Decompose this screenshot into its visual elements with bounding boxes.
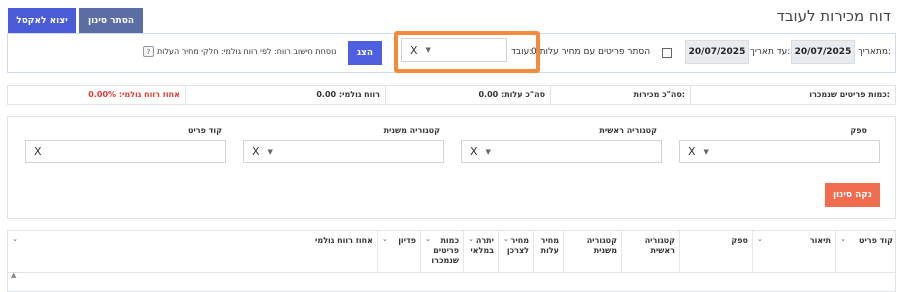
profit-formula-note: נוסחת חישוב רווח: לפי רווח גולמי: חלקי מ…	[157, 47, 337, 56]
total-sales-cell: סה"כ מכירות:	[550, 86, 690, 104]
gross-profit-cell: רווח גולמי: 0.00	[185, 86, 385, 104]
column-header-cost-price[interactable]: מחיר עלות	[533, 231, 563, 273]
main-category-value: X	[470, 145, 478, 158]
chevron-down-icon: ⌄	[840, 235, 846, 243]
column-header-supplier[interactable]: ספק	[679, 231, 752, 273]
chevron-down-icon: ▼	[267, 147, 273, 156]
export-excel-button[interactable]: יצוא לאקסל	[8, 8, 76, 33]
results-grid: אחוז רווח גולמי ⌄ פדיון ⌄ כמות פריטים שנ…	[7, 230, 896, 292]
clear-filter-button[interactable]: נקה סינון	[825, 183, 880, 207]
column-header-consumer-price[interactable]: מחיר לצרכן ⌄	[498, 231, 533, 273]
from-date-field[interactable]: 20/07/2025	[791, 40, 855, 64]
total-cost-text: סה"כ עלות: 0.00	[478, 90, 545, 99]
column-header-profit-pct[interactable]: אחוז רווח גולמי ⌄	[8, 231, 377, 273]
column-header-item-code[interactable]: קוד פריט ⌄	[835, 231, 895, 273]
scroll-up-icon[interactable]: ▲	[11, 271, 16, 279]
total-cost-cell: סה"כ עלות: 0.00	[385, 86, 550, 104]
filters-panel	[7, 116, 896, 219]
chevron-down-icon: ⌄	[757, 235, 763, 243]
gross-profit-text: רווח גולמי: 0.00	[316, 90, 380, 99]
sub-category-value: X	[252, 145, 260, 158]
item-code-field[interactable]: X	[25, 140, 226, 163]
column-header-stock[interactable]: יתרה במלאי ⌄	[463, 231, 498, 273]
main-category-label: קטגוריה ראשית	[599, 126, 657, 135]
supplier-label: ספק	[850, 126, 867, 135]
sub-category-label: קטגוריה משנית	[383, 126, 440, 135]
sub-category-select[interactable]: X ▼	[243, 140, 444, 163]
items-sold-cell: כמות פריטים שנמכרו:	[690, 86, 895, 104]
to-date-label: עד תאריך:	[750, 47, 791, 57]
highlight-frame	[394, 31, 540, 73]
items-sold-text: כמות פריטים שנמכרו:	[809, 90, 890, 99]
chevron-down-icon: ⌄	[382, 235, 388, 243]
column-header-sub-category[interactable]: קטגוריה משנית	[563, 231, 621, 273]
chevron-down-icon: ⌄	[12, 235, 18, 243]
from-date-label: מתאריך:	[857, 47, 891, 57]
column-header-main-category[interactable]: קטגוריה ראשית	[621, 231, 679, 273]
item-code-value: X	[34, 145, 42, 158]
gross-profit-pct-cell: אחוז רווח גולמי: 0.00%	[8, 86, 185, 104]
summary-row: אחוז רווח גולמי: 0.00% רווח גולמי: 0.00 …	[7, 85, 896, 105]
total-sales-text: סה"כ מכירות:	[633, 90, 685, 99]
column-header-revenue[interactable]: פדיון ⌄	[377, 231, 420, 273]
gross-profit-pct-text: אחוז רווח גולמי: 0.00%	[88, 90, 180, 99]
chevron-down-icon: ▼	[485, 147, 491, 156]
grid-header: אחוז רווח גולמי ⌄ פדיון ⌄ כמות פריטים שנ…	[8, 231, 895, 273]
chevron-down-icon: ▼	[703, 147, 709, 156]
supplier-value: X	[688, 145, 696, 158]
show-button[interactable]: הצג	[348, 41, 382, 65]
supplier-select[interactable]: X ▼	[679, 140, 880, 163]
to-date-field[interactable]: 20/07/2025	[685, 40, 749, 64]
main-category-select[interactable]: X ▼	[461, 140, 662, 163]
hide-zero-cost-label: הסתר פריטים עם מחיר עלות 0	[531, 47, 651, 57]
column-header-qty-sold[interactable]: כמות פריטים שנמכרו ⌄	[420, 231, 463, 273]
page-title: דוח מכירות לעובד	[776, 7, 891, 25]
chevron-down-icon: ⌄	[425, 235, 431, 243]
item-code-label: קוד פריט	[188, 126, 222, 135]
chevron-down-icon: ⌄	[468, 235, 474, 243]
chevron-down-icon: ⌄	[503, 235, 509, 243]
hide-filter-button[interactable]: הסתר סינון	[79, 8, 143, 33]
hide-zero-cost-checkbox[interactable]	[662, 48, 672, 58]
column-header-description[interactable]: תיאור ⌄	[752, 231, 835, 273]
help-icon[interactable]: ?	[143, 46, 154, 57]
